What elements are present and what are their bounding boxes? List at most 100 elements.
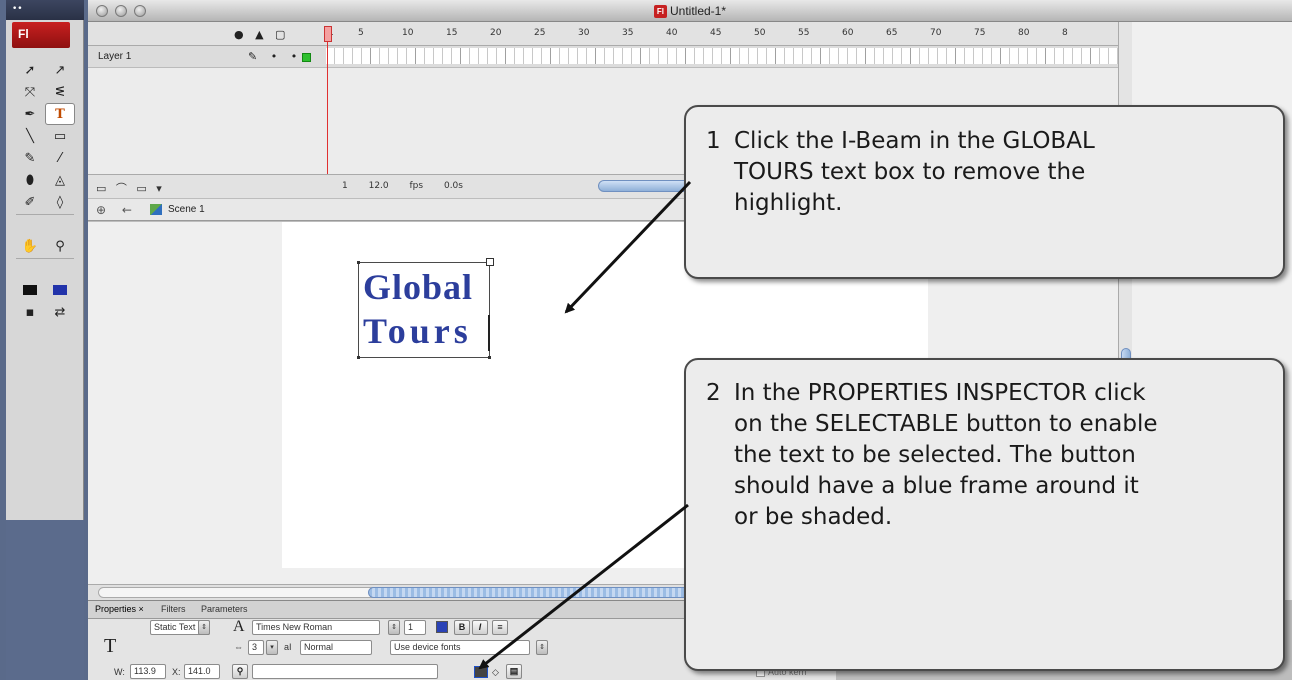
paint-bucket-tool-icon[interactable]: ◬ xyxy=(46,170,74,190)
frame-rate[interactable]: 12.0 fps xyxy=(369,181,423,191)
text-color-swatch[interactable] xyxy=(436,621,448,633)
font-family-arrow-icon[interactable]: ⇕ xyxy=(388,620,400,635)
line-tool-icon[interactable]: ╲ xyxy=(16,126,44,146)
bold-button[interactable]: B xyxy=(454,620,470,635)
layer-controls[interactable]: ▭ ⌒ ▭ ▾ xyxy=(96,180,165,196)
callout-text: on the SELECTABLE button to enable xyxy=(734,411,1158,437)
stage-text-line1: Global xyxy=(363,267,474,307)
playhead-handle[interactable] xyxy=(324,26,332,42)
frame-tick: 50 xyxy=(754,28,766,38)
selectable-button[interactable] xyxy=(474,666,488,678)
text-box-corner xyxy=(488,356,491,359)
italic-button[interactable]: I xyxy=(472,620,488,635)
width-field[interactable]: 113.9 xyxy=(130,664,166,679)
callout-text: In the PROPERTIES INSPECTOR click xyxy=(734,380,1146,406)
callout-text: highlight. xyxy=(734,190,843,216)
layer-outline-color-icon[interactable] xyxy=(302,52,312,62)
selection-tool-icon[interactable]: ➚ xyxy=(16,60,44,80)
back-nav-icon[interactable]: ⊕ ← xyxy=(96,203,138,217)
char-position-select[interactable]: Normal xyxy=(300,640,372,655)
eraser-tool-icon[interactable]: ◊ xyxy=(46,192,74,212)
text-box-corner xyxy=(357,261,360,264)
tool-separator xyxy=(16,258,74,260)
callout-text: TOURS text box to remove the xyxy=(734,159,1086,185)
show-border-button[interactable]: ▤ xyxy=(506,664,522,679)
hand-tool-icon[interactable]: ✋ xyxy=(16,236,44,256)
layer-state-toggles[interactable]: ✎ • • xyxy=(248,50,312,63)
subselection-tool-icon[interactable]: ↗ xyxy=(46,60,74,80)
rendering-arrow-icon[interactable]: ⇕ xyxy=(536,640,548,655)
pen-tool-icon[interactable]: ✒ xyxy=(16,104,44,124)
stage-text-box[interactable]: Global Tours xyxy=(357,258,494,359)
lasso-tool-icon[interactable]: ᓬ xyxy=(46,82,74,102)
elapsed-time: 0.0s xyxy=(443,181,463,191)
callout-text: the text to be selected. The button xyxy=(734,442,1136,468)
timeline-layer-toggles[interactable]: ● ▲ ▢ xyxy=(234,28,289,41)
url-link-field[interactable] xyxy=(252,664,438,679)
tool-separator xyxy=(16,214,74,216)
frame-tick: 8 xyxy=(1062,28,1068,38)
stroke-color-icon[interactable] xyxy=(16,280,44,300)
frame-tick: 30 xyxy=(578,28,590,38)
font-icon: A xyxy=(233,618,245,635)
frame-tick: 60 xyxy=(842,28,854,38)
callout-text: or be shaded. xyxy=(734,504,893,530)
free-transform-tool-icon[interactable]: ⤧ xyxy=(16,82,44,102)
current-frame: 1 xyxy=(342,181,348,191)
render-html-icon[interactable]: ◇ xyxy=(492,667,499,678)
pencil-tool-icon[interactable]: ✎ xyxy=(16,148,44,168)
tab-properties[interactable]: Properties × xyxy=(90,604,149,614)
char-position-icon: aI xyxy=(284,642,292,652)
frame-tick: 70 xyxy=(930,28,942,38)
layer-row[interactable]: Layer 1 ✎ • • xyxy=(88,46,1128,68)
text-box-resize-handle[interactable] xyxy=(486,258,494,266)
scene-icon xyxy=(150,204,162,215)
tool-grid: ➚ ↗ ⤧ ᓬ ✒ T ╲ ▭ ✎ ⁄ ⬮ ◬ ✐ ◊ ✋ ⚲ ▪ ⇄ xyxy=(16,60,76,322)
letter-spacing-icon: ⇔ xyxy=(234,642,243,652)
layer-name[interactable]: Layer 1 xyxy=(98,51,131,62)
flash-document-icon: Fl xyxy=(653,5,667,19)
horizontal-scroll-thumb[interactable] xyxy=(368,587,698,598)
scene-label[interactable]: Scene 1 xyxy=(168,204,205,215)
tab-filters[interactable]: Filters xyxy=(156,604,191,614)
stage-text-line2: Tours xyxy=(363,311,472,351)
font-family-field[interactable]: Times New Roman xyxy=(252,620,380,635)
i-beam-cursor[interactable] xyxy=(488,315,490,351)
playhead[interactable] xyxy=(324,22,332,198)
letter-spacing-field[interactable]: 3 xyxy=(248,640,264,655)
letter-spacing-arrow-icon[interactable]: ▾ xyxy=(266,640,278,655)
swap-colors-icon[interactable]: ⇄ xyxy=(46,302,74,322)
font-size-field[interactable]: 1 xyxy=(404,620,426,635)
text-tool-icon[interactable]: T xyxy=(45,103,75,125)
frame-ruler[interactable]: 1 5 10 15 20 25 30 35 40 45 50 55 60 65 … xyxy=(326,22,1126,46)
flash-logo: Fl xyxy=(12,22,70,48)
width-label: W: xyxy=(114,667,125,677)
fill-color-icon[interactable] xyxy=(46,280,74,300)
eyedropper-tool-icon[interactable]: ✐ xyxy=(16,192,44,212)
x-field[interactable]: 141.0 xyxy=(184,664,220,679)
frame-tick: 55 xyxy=(798,28,810,38)
rectangle-tool-icon[interactable]: ▭ xyxy=(46,126,74,146)
frame-tick: 45 xyxy=(710,28,722,38)
stage-text: Global Tours xyxy=(363,265,473,353)
x-label: X: xyxy=(172,667,181,677)
frame-tick: 20 xyxy=(490,28,502,38)
tools-panel-titlebar[interactable]: •• xyxy=(6,0,84,20)
url-link-icon[interactable]: ⚲ xyxy=(232,664,248,679)
text-tool-indicator-icon: T xyxy=(104,635,117,657)
frame-tick: 10 xyxy=(402,28,414,38)
step-number: 2 xyxy=(706,380,721,406)
ink-bottle-tool-icon[interactable]: ⬮ xyxy=(16,170,44,190)
window-titlebar[interactable]: Fl Untitled-1* xyxy=(88,0,1292,22)
frame-tick: 80 xyxy=(1018,28,1030,38)
frame-tick: 25 xyxy=(534,28,546,38)
brush-tool-icon[interactable]: ⁄ xyxy=(46,148,74,168)
rendering-select[interactable]: Use device fonts xyxy=(390,640,530,655)
tab-parameters[interactable]: Parameters xyxy=(196,604,253,614)
zoom-tool-icon[interactable]: ⚲ xyxy=(46,236,74,256)
text-box-corner xyxy=(357,356,360,359)
align-left-button[interactable]: ≡ xyxy=(492,620,508,635)
text-type-arrow-icon[interactable]: ⇕ xyxy=(198,620,210,635)
layer-frames[interactable] xyxy=(326,48,1126,64)
default-colors-icon[interactable]: ▪ xyxy=(16,302,44,322)
